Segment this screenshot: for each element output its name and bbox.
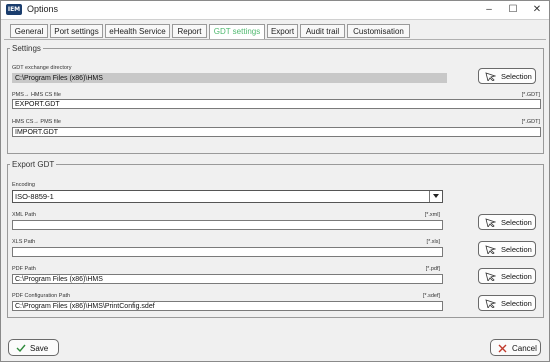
xml-path-ext: [*.xml] [424, 212, 440, 218]
selection-label: Selection [501, 272, 532, 281]
options-window: IEM Options – ☐ ✕ General Port settings … [0, 0, 550, 362]
export-gdt-group: Export GDT [7, 160, 544, 318]
selection-label: Selection [501, 245, 532, 254]
xml-path-selection-button[interactable]: Selection [478, 214, 536, 230]
cursor-icon [485, 299, 496, 308]
chevron-down-icon[interactable] [429, 191, 442, 202]
window-title: Options [27, 4, 59, 14]
checkmark-icon [16, 344, 26, 352]
selection-label: Selection [501, 299, 532, 308]
pdf-path-field[interactable]: C:\Program Files (x86)\HMS [12, 274, 443, 284]
xls-path-selection-button[interactable]: Selection [478, 241, 536, 257]
x-icon [498, 344, 507, 353]
gdt-settings-panel: Settings GDT exchange directory C:\Progr… [4, 39, 546, 326]
selection-label: Selection [501, 218, 532, 227]
cursor-icon [485, 72, 496, 81]
tab-port-settings[interactable]: Port settings [50, 24, 103, 38]
encoding-value: ISO-8859-1 [15, 192, 54, 201]
xls-path-label: XLS Path [12, 239, 36, 245]
encoding-select[interactable]: ISO-8859-1 [12, 190, 443, 203]
tab-gdt-settings[interactable]: GDT settings [209, 24, 265, 40]
app-logo: IEM [6, 4, 22, 15]
title-bar: IEM Options – ☐ ✕ [1, 1, 549, 20]
save-button[interactable]: Save [8, 339, 59, 356]
tab-export[interactable]: Export [267, 24, 298, 38]
cursor-icon [485, 245, 496, 254]
encoding-label: Encoding [12, 182, 35, 188]
cursor-icon [485, 218, 496, 227]
cancel-label: Cancel [512, 344, 537, 353]
pms-file-label: PMS→ HMS CS file [12, 92, 61, 98]
xls-path-field[interactable] [12, 247, 443, 257]
cancel-button[interactable]: Cancel [490, 339, 541, 356]
pdf-config-path-label: PDF Configuration Path [12, 293, 71, 299]
hms-file-ext: [*.GDT] [521, 119, 540, 125]
tab-customisation[interactable]: Customisation [347, 24, 410, 38]
pdf-config-path-field[interactable]: C:\Program Files (x86)\HMS\PrintConfig.s… [12, 301, 443, 311]
exchange-dir-label: GDT exchange directory [12, 65, 72, 71]
selection-label: Selection [501, 72, 532, 81]
tab-ehealth-service[interactable]: eHealth Service [105, 24, 170, 38]
pdf-config-path-ext: [*.sdef] [422, 293, 440, 299]
settings-legend: Settings [12, 44, 41, 53]
tab-audit-trail[interactable]: Audit trail [300, 24, 345, 38]
pms-file-ext: [*.GDT] [521, 92, 540, 98]
cursor-icon [485, 272, 496, 281]
pdf-path-selection-button[interactable]: Selection [478, 268, 536, 284]
exchange-dir-selection-button[interactable]: Selection [478, 68, 536, 84]
tab-general[interactable]: General [10, 24, 48, 38]
pdf-path-ext: [*.pdf] [425, 266, 440, 272]
xml-path-field[interactable] [12, 220, 443, 230]
xls-path-ext: [*.xls] [426, 239, 440, 245]
hms-file-field[interactable]: IMPORT.GDT [12, 127, 541, 137]
pdf-config-path-selection-button[interactable]: Selection [478, 295, 536, 311]
close-icon[interactable]: ✕ [525, 1, 549, 19]
save-label: Save [30, 344, 49, 353]
maximize-icon[interactable]: ☐ [501, 1, 525, 19]
xml-path-label: XML Path [12, 212, 36, 218]
hms-file-label: HMS CS→ PMS file [12, 119, 61, 125]
pms-file-field[interactable]: EXPORT.GDT [12, 99, 541, 109]
tab-report[interactable]: Report [172, 24, 207, 38]
minimize-icon[interactable]: – [477, 1, 501, 19]
export-gdt-legend: Export GDT [12, 160, 55, 169]
exchange-dir-field: C:\Program Files (x86)\HMS [12, 73, 447, 83]
pdf-path-label: PDF Path [12, 266, 36, 272]
